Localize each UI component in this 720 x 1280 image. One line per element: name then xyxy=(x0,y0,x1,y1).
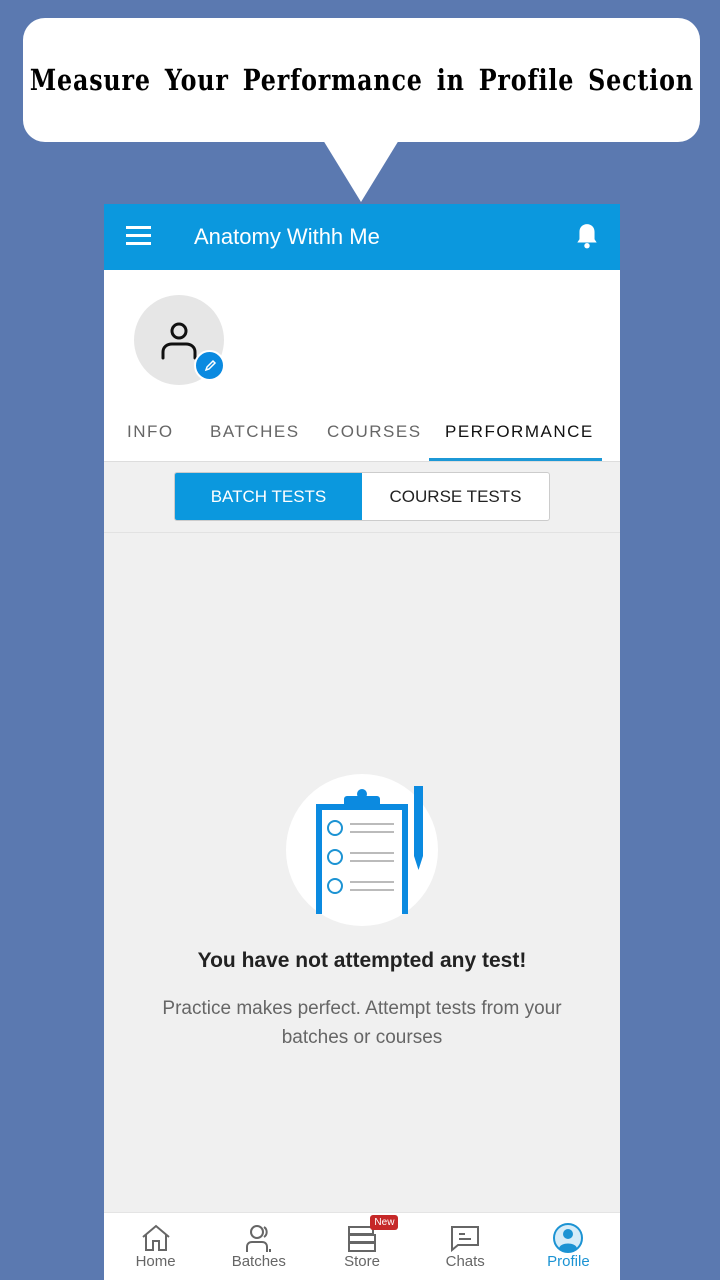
edit-avatar-button[interactable] xyxy=(194,350,225,381)
nav-profile[interactable]: Profile xyxy=(517,1213,620,1280)
profile-icon xyxy=(553,1223,584,1253)
test-type-toggle: BATCH TESTS COURSE TESTS xyxy=(174,472,550,521)
nav-home[interactable]: Home xyxy=(104,1213,207,1280)
nav-label: Home xyxy=(135,1253,176,1270)
bell-icon[interactable] xyxy=(574,222,600,250)
nav-chats[interactable]: Chats xyxy=(414,1213,517,1280)
hamburger-icon[interactable] xyxy=(126,226,151,246)
nav-batches[interactable]: Batches xyxy=(207,1213,310,1280)
batches-icon xyxy=(245,1225,271,1252)
nav-label: Batches xyxy=(231,1253,286,1270)
empty-state-subtitle: Practice makes perfect. Attempt tests fr… xyxy=(162,998,562,1048)
nav-label: Profile xyxy=(547,1253,590,1270)
callout-title: Measure Your Performance in Profile Sect… xyxy=(29,63,694,97)
callout-banner: Measure Your Performance in Profile Sect… xyxy=(23,18,700,142)
course-tests-button[interactable]: COURSE TESTS xyxy=(362,473,549,520)
phone-screen: Anatomy Withh Me INFO BATCHES COURSES PE… xyxy=(104,204,620,1280)
app-title: Anatomy Withh Me xyxy=(194,224,380,249)
clipboard-icon xyxy=(316,786,423,914)
tab-performance[interactable]: PERFORMANCE xyxy=(445,422,594,442)
tab-courses[interactable]: COURSES xyxy=(327,422,422,442)
pencil-icon xyxy=(204,359,216,371)
home-icon xyxy=(141,1224,170,1251)
empty-state-title: You have not attempted any test! xyxy=(197,949,527,972)
tab-info[interactable]: INFO xyxy=(127,422,174,442)
nav-store[interactable]: New Store xyxy=(310,1213,413,1280)
clipboard-illustration xyxy=(286,774,438,926)
bottom-nav: Home Batches New Store Chats Profile xyxy=(104,1212,620,1280)
divider xyxy=(104,532,620,533)
user-icon xyxy=(161,322,197,360)
chat-icon xyxy=(451,1226,480,1253)
new-badge: New xyxy=(370,1215,399,1230)
batch-tests-button[interactable]: BATCH TESTS xyxy=(175,473,362,520)
active-tab-indicator xyxy=(429,458,602,461)
callout-pointer xyxy=(323,140,399,202)
app-bar: Anatomy Withh Me xyxy=(104,204,620,270)
tab-batches[interactable]: BATCHES xyxy=(210,422,300,442)
nav-label: Chats xyxy=(445,1253,485,1270)
nav-label: Store xyxy=(344,1253,380,1270)
